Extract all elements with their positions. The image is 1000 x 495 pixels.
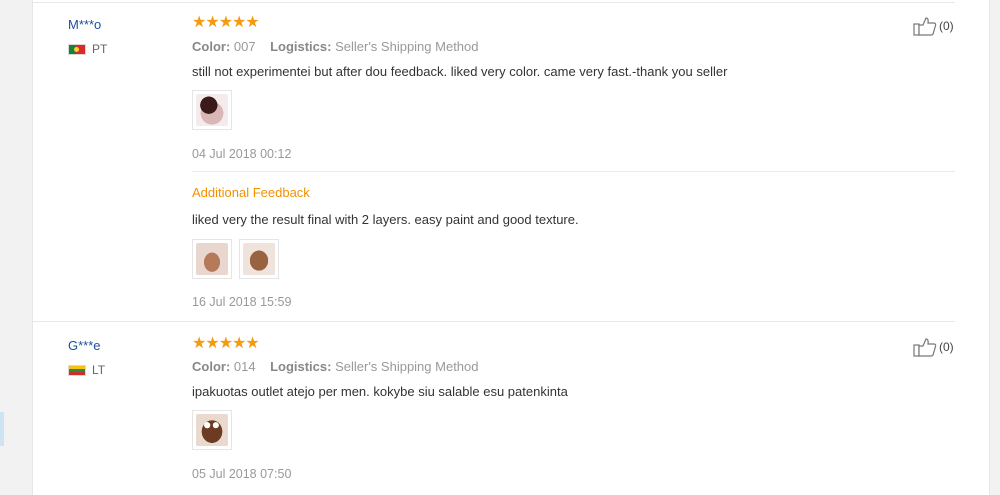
logistics-value: Seller's Shipping Method — [335, 359, 479, 374]
lithuania-flag-icon — [68, 364, 86, 376]
like-button[interactable]: (0) — [913, 16, 954, 36]
logistics-value: Seller's Shipping Method — [335, 39, 479, 54]
portugal-flag-icon — [68, 43, 86, 55]
country-code: LT — [92, 363, 106, 377]
additional-photo-thumbnail[interactable] — [239, 239, 279, 279]
review-photo-thumbnail[interactable] — [192, 410, 232, 450]
review-text: ipakuotas outlet atejo per men. kokybe s… — [192, 384, 568, 399]
additional-photo-thumbnail[interactable] — [192, 239, 232, 279]
logistics-label: Logistics: — [270, 359, 332, 374]
order-meta: Color: 014 Logistics: Seller's Shipping … — [192, 359, 479, 374]
color-label: Color: — [192, 39, 231, 54]
country-code: PT — [92, 42, 108, 56]
divider — [192, 171, 955, 172]
color-value: 014 — [233, 359, 256, 374]
additional-feedback-date: 16 Jul 2018 15:59 — [192, 295, 292, 309]
color-value: 007 — [233, 39, 256, 54]
thumbs-up-icon — [913, 17, 937, 36]
star-rating: ★★★★★ — [192, 335, 260, 352]
reviews-panel: M***o PT ★★★★★ Color: 007 Logistics: Sel… — [32, 0, 990, 495]
reviewer-country: LT — [68, 363, 105, 377]
like-button[interactable]: (0) — [913, 337, 954, 357]
order-meta: Color: 007 Logistics: Seller's Shipping … — [192, 39, 479, 54]
review-date: 04 Jul 2018 00:12 — [192, 147, 292, 161]
divider — [33, 321, 955, 322]
divider — [33, 2, 955, 3]
additional-feedback-title: Additional Feedback — [192, 185, 310, 200]
reviewer-country: PT — [68, 42, 107, 56]
star-rating: ★★★★★ — [192, 14, 260, 31]
reviewer-name[interactable]: M***o — [68, 17, 101, 32]
scroll-edge-marker — [0, 412, 4, 446]
thumbs-up-icon — [913, 338, 937, 357]
color-label: Color: — [192, 359, 231, 374]
review-date: 05 Jul 2018 07:50 — [192, 467, 292, 481]
review-text: still not experimentei but after dou fee… — [192, 64, 728, 79]
review-photo-thumbnail[interactable] — [192, 90, 232, 130]
like-count: (0) — [939, 19, 954, 33]
like-count: (0) — [939, 340, 954, 354]
reviewer-name[interactable]: G***e — [68, 338, 101, 353]
additional-feedback-text: liked very the result final with 2 layer… — [192, 212, 579, 227]
logistics-label: Logistics: — [270, 39, 332, 54]
